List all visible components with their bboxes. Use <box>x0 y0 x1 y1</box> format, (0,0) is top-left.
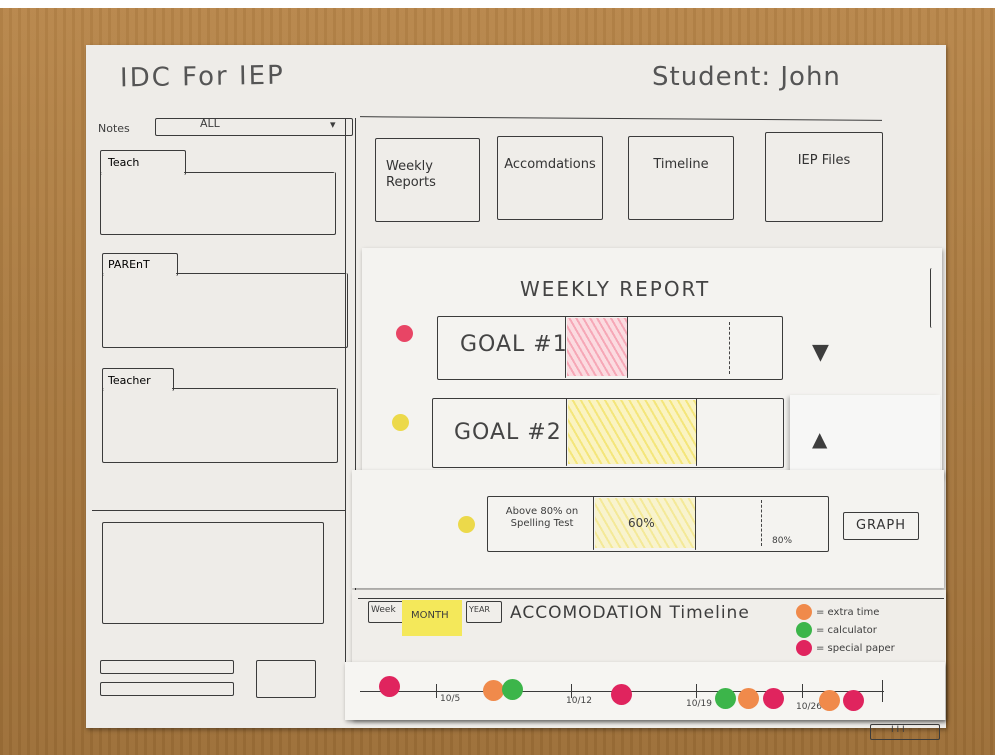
sidebar-section-divider <box>92 510 345 511</box>
goal-2-label: GOAL #2 <box>454 420 562 445</box>
note-tab-label: Teach <box>108 156 140 169</box>
sidebar-divider <box>345 118 346 678</box>
note-submit-button[interactable] <box>256 660 316 698</box>
timeline-tab-month[interactable]: MONTH <box>402 600 462 636</box>
goal-1-label: GOAL #1 <box>460 332 568 357</box>
weekly-report-title: WEEKLY REPORT <box>520 277 711 301</box>
timeline-event-extra-time[interactable] <box>819 690 840 711</box>
timeline-tab-year[interactable]: YEAR <box>466 601 502 623</box>
nav-weekly-reports-button[interactable]: Weekly Reports <box>375 138 480 222</box>
goal-1-progress-fill <box>567 318 627 376</box>
note-input-line[interactable] <box>100 660 234 674</box>
timeline-tick-label: 10/5 <box>440 694 461 704</box>
timeline-event-special-paper[interactable] <box>763 688 784 709</box>
timeline-tick <box>696 684 697 698</box>
legend-swatch-extra-time <box>796 604 812 620</box>
notes-filter-select[interactable] <box>155 118 353 136</box>
timeline-tick-label: 10/12 <box>566 696 592 706</box>
goal-status-dot <box>396 325 413 342</box>
goal-2-progress-fill <box>568 400 696 464</box>
timeline-tick <box>802 684 803 698</box>
nav-timeline-button[interactable]: Timeline <box>628 136 734 220</box>
timeline-event-extra-time[interactable] <box>483 680 504 701</box>
timeline-scrollbar[interactable]: I I I <box>870 724 940 740</box>
legend-swatch-calculator <box>796 622 812 638</box>
timeline-event-special-paper[interactable] <box>379 676 400 697</box>
goal-1-expand-icon[interactable]: ▼ <box>812 340 829 365</box>
timeline-event-special-paper[interactable] <box>843 690 864 711</box>
note-input-line[interactable] <box>100 682 234 696</box>
note-panel-parent[interactable]: PAREnT <box>102 253 348 349</box>
goal-detail-target: 80% <box>772 536 793 546</box>
graph-button[interactable]: GRAPH <box>843 512 919 540</box>
nav-accommodations-button[interactable]: Accomdations <box>497 136 603 220</box>
goal-detail-current: 60% <box>628 516 655 530</box>
notes-label: Notes <box>98 122 130 135</box>
timeline-event-extra-time[interactable] <box>738 688 759 709</box>
timeline-top-rule <box>358 598 944 599</box>
student-label: Student: John <box>652 62 841 92</box>
goal-detail-status-dot <box>458 516 475 533</box>
timeline-title: ACCOMODATION Timeline <box>510 603 750 623</box>
goal-status-dot <box>392 414 409 431</box>
report-scrollbar[interactable] <box>930 268 939 328</box>
timeline-tick-label: 10/26 <box>796 702 822 712</box>
note-tab-label: PAREnT <box>108 258 150 271</box>
note-panel-teach[interactable]: Teach <box>100 150 336 236</box>
app-title: IDC For IEP <box>119 60 286 94</box>
legend-swatch-special-paper <box>796 640 812 656</box>
goal-detail-criterion: Above 80% on Spelling Test <box>505 506 579 529</box>
top-strip <box>0 0 995 8</box>
nav-iep-files-button[interactable]: IEP Files <box>765 132 883 222</box>
timeline-event-special-paper[interactable] <box>611 684 632 705</box>
timeline-event-calculator[interactable] <box>502 679 523 700</box>
note-panel-teacher[interactable]: Teacher <box>102 368 338 464</box>
timeline-axis-end <box>882 680 883 702</box>
chevron-down-icon[interactable]: ▾ <box>330 118 336 131</box>
goal-2-collapse-icon[interactable]: ▲ <box>812 427 827 451</box>
note-tab-label: Teacher <box>108 374 151 387</box>
timeline-event-calculator[interactable] <box>715 688 736 709</box>
timeline-tick <box>436 684 437 698</box>
notes-filter-value: ALL <box>200 117 220 130</box>
note-compose-area[interactable] <box>102 522 324 624</box>
timeline-tick-label: 10/19 <box>686 699 712 709</box>
